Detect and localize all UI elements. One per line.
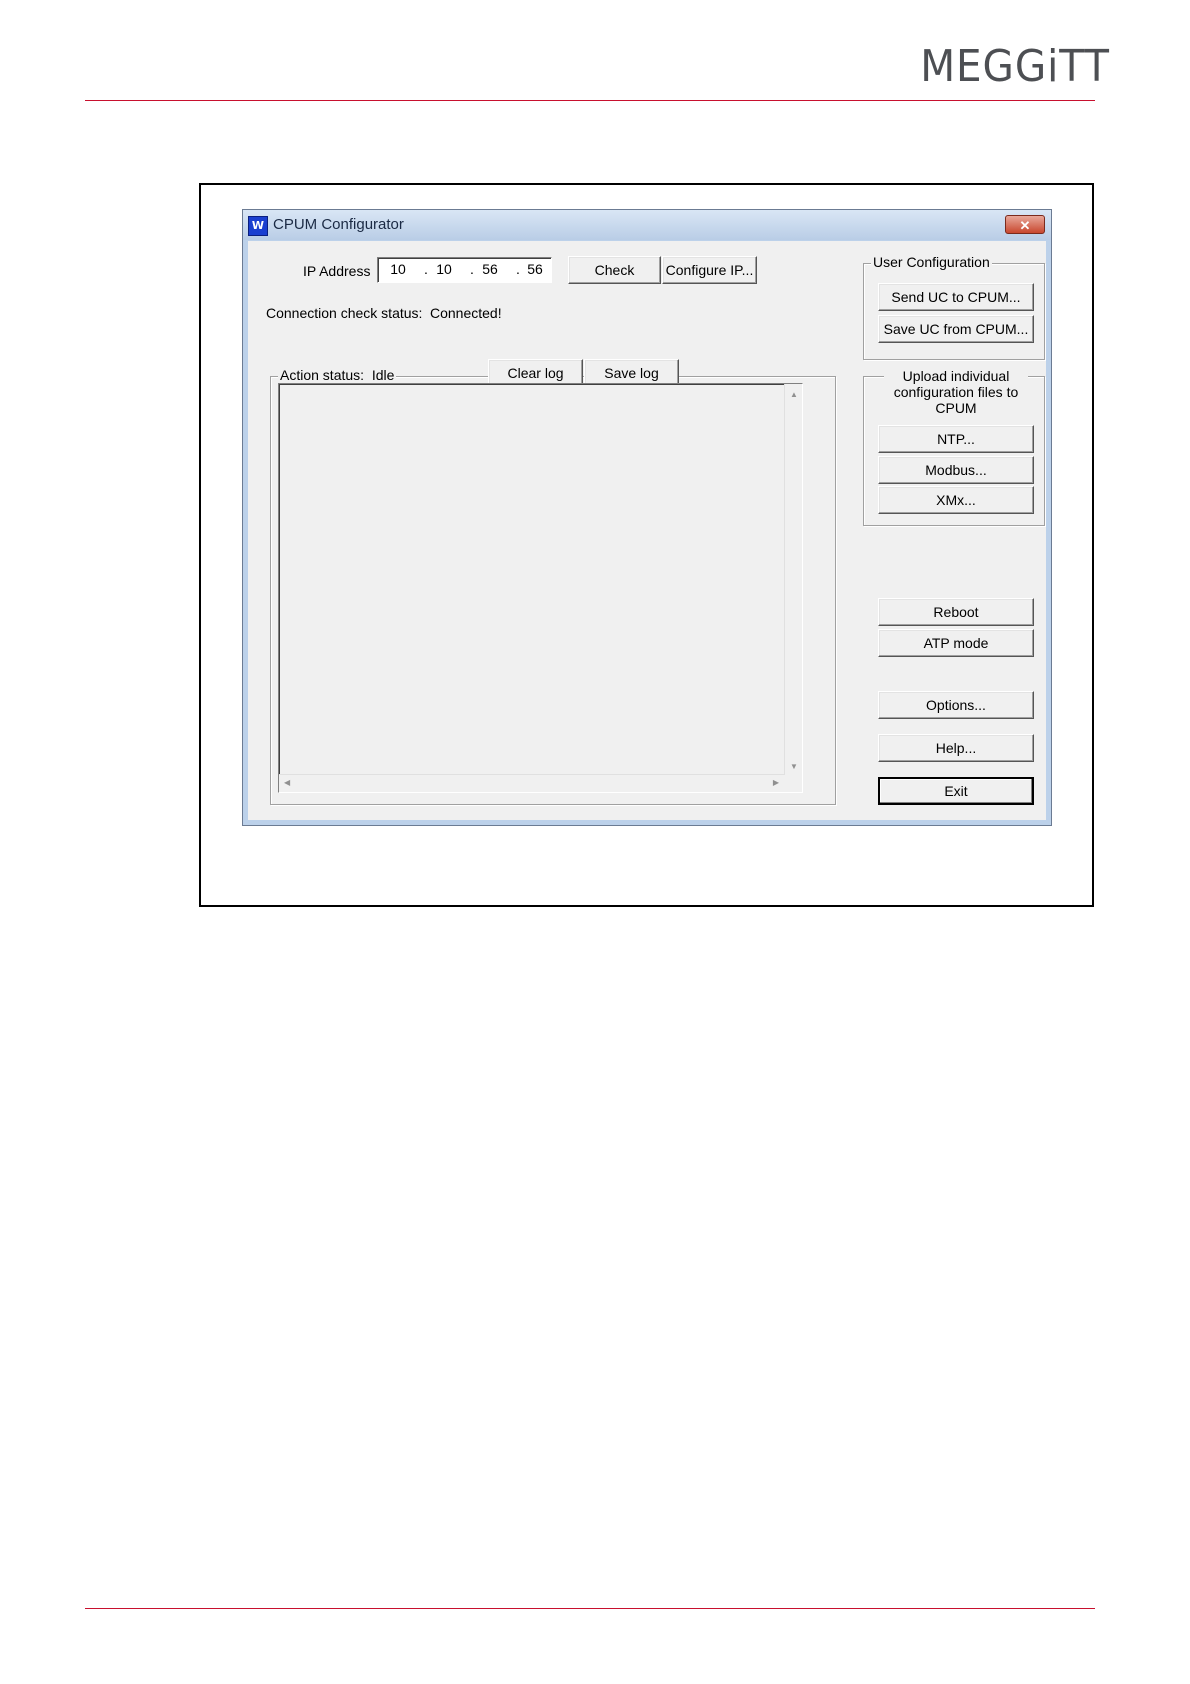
user-configuration-title: User Configuration — [871, 254, 992, 270]
atp-mode-button[interactable]: ATP mode — [878, 629, 1034, 657]
close-button[interactable]: ✕ — [1005, 215, 1045, 234]
help-button[interactable]: Help... — [878, 734, 1034, 762]
upload-title-line-1: Upload individual — [902, 368, 1010, 384]
connection-status-label: Connection check status: — [266, 305, 423, 321]
window-title: CPUM Configurator — [273, 216, 404, 233]
title-bar[interactable]: W CPUM Configurator ✕ — [243, 210, 1051, 240]
log-text-area[interactable]: ▲ ▼ ◀ ▶ — [278, 383, 803, 793]
scroll-left-icon[interactable]: ◀ — [284, 778, 290, 787]
action-status-value: Idle — [371, 367, 395, 383]
ip-octet-3[interactable]: 56 — [476, 261, 504, 277]
check-button[interactable]: Check — [568, 256, 661, 284]
user-configuration-group — [863, 263, 1045, 360]
reboot-button[interactable]: Reboot — [878, 598, 1034, 626]
ip-address-field[interactable]: 10 . 10 . 56 . 56 — [377, 257, 552, 283]
xmx-button[interactable]: XMx... — [878, 486, 1034, 514]
vertical-scrollbar[interactable]: ▲ ▼ — [784, 384, 802, 775]
ip-octet-2[interactable]: 10 — [430, 261, 458, 277]
ip-separator: . — [424, 261, 428, 277]
cpum-configurator-window: W CPUM Configurator ✕ IP Address 10 . 10… — [242, 209, 1052, 826]
action-status-label: Action status: — [280, 367, 365, 383]
action-status-title: Action status: Idle — [278, 367, 397, 383]
configure-ip-button[interactable]: Configure IP... — [662, 256, 757, 284]
save-uc-from-cpum-button[interactable]: Save UC from CPUM... — [878, 315, 1034, 343]
scroll-right-icon[interactable]: ▶ — [773, 778, 779, 787]
dialog-client-area: IP Address 10 . 10 . 56 . 56 Check Confi… — [248, 241, 1046, 820]
options-button[interactable]: Options... — [878, 691, 1034, 719]
header-rule — [85, 100, 1095, 101]
scroll-down-icon[interactable]: ▼ — [790, 762, 798, 771]
exit-button[interactable]: Exit — [878, 777, 1034, 805]
scroll-up-icon[interactable]: ▲ — [790, 390, 798, 399]
send-uc-to-cpum-button[interactable]: Send UC to CPUM... — [878, 283, 1034, 311]
upload-title-line-3: CPUM — [935, 400, 977, 416]
app-icon: W — [248, 216, 268, 236]
footer-rule — [85, 1608, 1095, 1609]
ntp-button[interactable]: NTP... — [878, 425, 1034, 453]
upload-files-title: Upload individual configuration files to… — [884, 368, 1028, 416]
ip-octet-1[interactable]: 10 — [384, 261, 412, 277]
ip-address-label: IP Address — [303, 263, 371, 279]
modbus-button[interactable]: Modbus... — [878, 456, 1034, 484]
upload-title-line-2: configuration files to — [893, 384, 1019, 400]
connection-status-value: Connected! — [430, 305, 502, 321]
ip-separator: . — [516, 261, 520, 277]
meggitt-logo: MEGGiTT — [920, 41, 1110, 92]
ip-separator: . — [470, 261, 474, 277]
horizontal-scrollbar[interactable]: ◀ ▶ — [279, 774, 785, 792]
ip-octet-4[interactable]: 56 — [521, 261, 549, 277]
